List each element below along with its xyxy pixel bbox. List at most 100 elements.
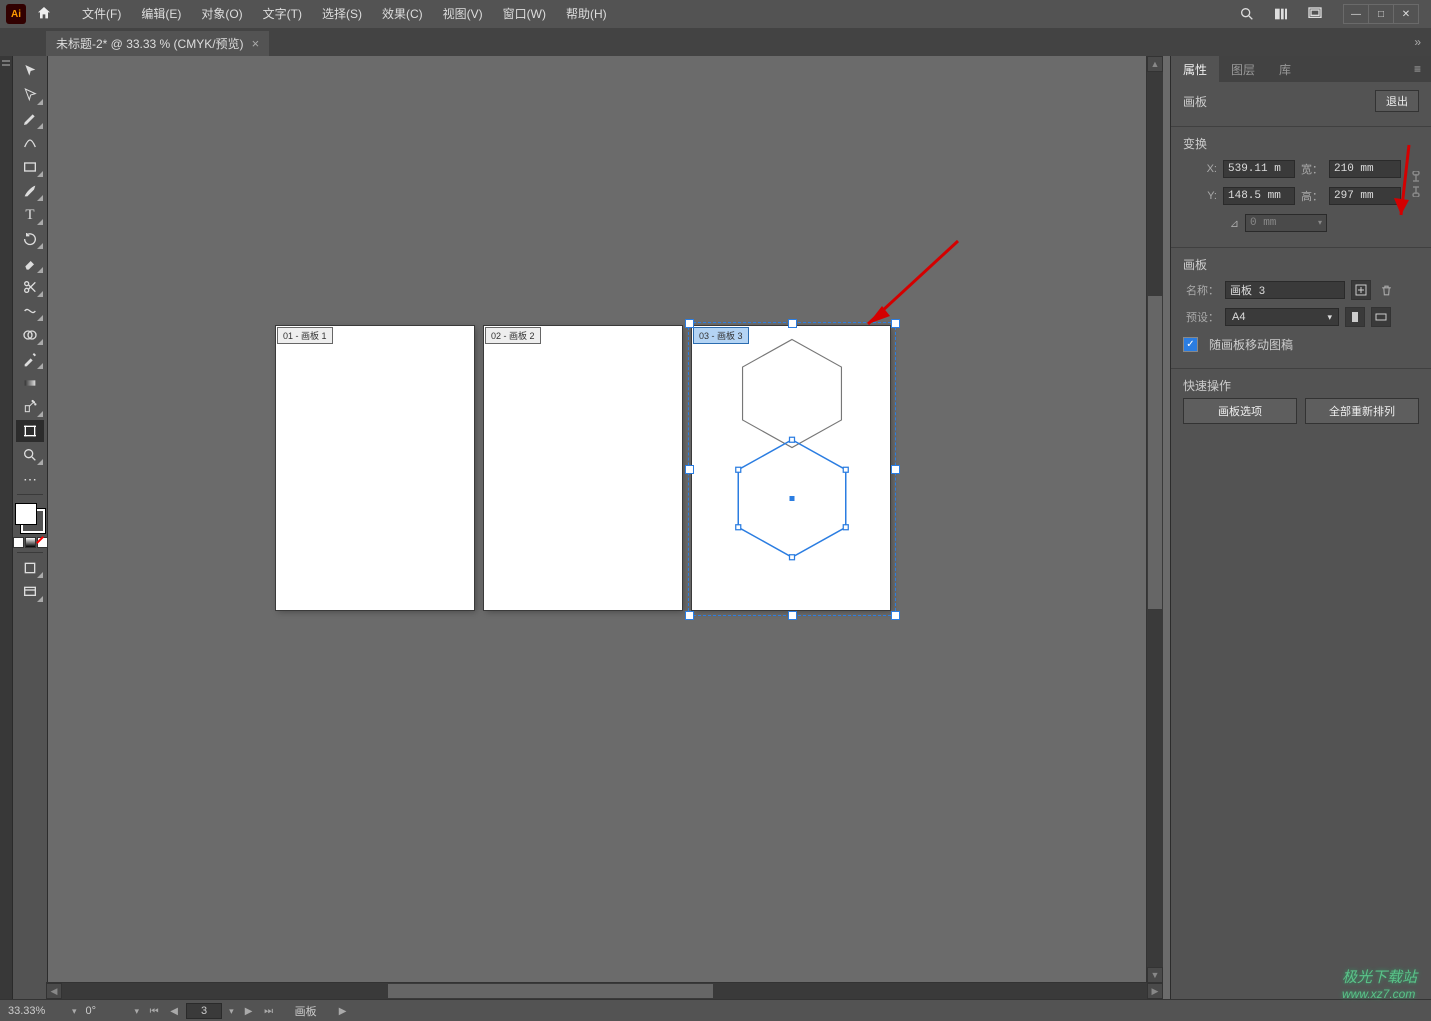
zoom-tool[interactable]	[16, 444, 44, 466]
artboard-name-input[interactable]	[1225, 281, 1345, 299]
direct-selection-tool[interactable]	[16, 84, 44, 106]
artboard-tool[interactable]	[16, 420, 44, 442]
type-tool[interactable]: T	[16, 204, 44, 226]
edit-toolbar-icon[interactable]: ⋯	[16, 468, 44, 490]
window-controls: ― □ ✕	[1343, 4, 1419, 24]
nav-first-icon[interactable]: ⏮	[146, 1003, 162, 1019]
artboard-2[interactable]: 02 - 画板 2	[484, 326, 682, 610]
artboard-3[interactable]: 03 - 画板 3	[692, 326, 890, 610]
minimize-button[interactable]: ―	[1344, 5, 1368, 23]
width-tool[interactable]	[16, 300, 44, 322]
artboard-header-label: 画板	[1183, 93, 1207, 110]
close-window-button[interactable]: ✕	[1393, 5, 1418, 23]
draw-mode-icon[interactable]	[16, 557, 44, 579]
panel-tab-layers[interactable]: 图层	[1219, 56, 1267, 82]
eyedropper-tool[interactable]	[16, 348, 44, 370]
canvas[interactable]: 01 - 画板 1 02 - 画板 2 03 - 画板 3	[48, 56, 1170, 999]
artboard-options-button[interactable]: 画板选项	[1183, 398, 1297, 424]
home-icon[interactable]	[34, 5, 54, 24]
document-tab[interactable]: 未标题-2* @ 33.33 % (CMYK/预览) ×	[46, 31, 269, 56]
exit-artboard-button[interactable]: 退出	[1375, 90, 1419, 112]
menu-bar: Ai 文件(F) 编辑(E) 对象(O) 文字(T) 选择(S) 效果(C) 视…	[0, 0, 1431, 28]
artboard-1-label: 01 - 画板 1	[277, 327, 333, 344]
nav-prev-icon[interactable]: ◀	[166, 1003, 182, 1019]
scroll-up-icon[interactable]: ▲	[1147, 56, 1163, 72]
workspace-switcher-icon[interactable]	[1303, 4, 1327, 24]
move-artwork-checkbox[interactable]: ✓	[1183, 337, 1198, 352]
screen-mode-icon[interactable]	[16, 581, 44, 603]
nav-next-icon[interactable]: ▶	[241, 1003, 257, 1019]
orientation-landscape-icon[interactable]	[1371, 307, 1391, 327]
rearrange-all-button[interactable]: 全部重新排列	[1305, 398, 1419, 424]
artboard-1[interactable]: 01 - 画板 1	[276, 326, 474, 610]
eraser-tool[interactable]	[16, 252, 44, 274]
scroll-right-icon[interactable]: ▶	[1147, 983, 1163, 999]
menu-file[interactable]: 文件(F)	[72, 0, 131, 28]
gradient-tool[interactable]	[16, 372, 44, 394]
orientation-portrait-icon[interactable]	[1345, 307, 1365, 327]
curvature-tool[interactable]	[16, 132, 44, 154]
canvas-scrollbar-vertical[interactable]: ▲ ▼	[1146, 56, 1163, 983]
toolbar-collapse-strip[interactable]	[0, 56, 13, 999]
fill-stroke-control[interactable]	[15, 503, 45, 533]
color-mode-row[interactable]	[13, 537, 48, 548]
panel-menu-icon[interactable]: ≡	[1404, 56, 1431, 82]
menu-help[interactable]: 帮助(H)	[556, 0, 617, 28]
preset-label: 预设：	[1183, 309, 1219, 325]
zoom-input[interactable]	[6, 1004, 65, 1018]
selection-tool[interactable]	[16, 60, 44, 82]
move-artwork-label: 随画板移动图稿	[1209, 336, 1293, 353]
new-artboard-icon[interactable]	[1351, 280, 1371, 300]
preset-select[interactable]: A4▾	[1225, 308, 1339, 326]
shape-builder-tool[interactable]	[16, 324, 44, 346]
menu-edit[interactable]: 编辑(E)	[131, 0, 191, 28]
w-input[interactable]	[1329, 160, 1401, 178]
panel-tab-libraries[interactable]: 库	[1267, 56, 1303, 82]
nav-last-icon[interactable]: ⏭	[261, 1003, 277, 1019]
artboard-index-dropdown-icon[interactable]: ▾	[226, 1006, 237, 1017]
rotate-input[interactable]	[84, 1004, 128, 1018]
status-menu-icon[interactable]: ▶	[335, 1003, 351, 1019]
pen-tool[interactable]	[16, 108, 44, 130]
artboard-section-title: 画板	[1183, 256, 1207, 273]
menu-select[interactable]: 选择(S)	[312, 0, 372, 28]
panel-tabs: 属性 图层 库 ≡	[1171, 56, 1431, 82]
constrain-proportions-icon[interactable]	[1409, 171, 1423, 200]
artboard-section: 画板 名称： 预设： A4▾	[1171, 248, 1431, 369]
reference-point-grid[interactable]	[1183, 158, 1187, 184]
zoom-dropdown-icon[interactable]: ▾	[69, 1006, 80, 1017]
paintbrush-tool[interactable]	[16, 180, 44, 202]
rotate-dropdown-icon[interactable]: ▾	[132, 1006, 143, 1017]
x-input[interactable]	[1223, 160, 1295, 178]
panel-tab-properties[interactable]: 属性	[1171, 56, 1219, 82]
artboard-index-input[interactable]	[186, 1003, 222, 1019]
scroll-h-thumb[interactable]	[388, 984, 714, 998]
delete-artboard-icon[interactable]	[1377, 281, 1395, 299]
y-input[interactable]	[1223, 187, 1295, 205]
rotate-tool[interactable]	[16, 228, 44, 250]
scroll-left-icon[interactable]: ◀	[46, 983, 62, 999]
menu-effect[interactable]: 效果(C)	[372, 0, 433, 28]
search-icon[interactable]	[1235, 4, 1259, 24]
tab-overflow-icon[interactable]: »	[1404, 28, 1431, 56]
scissors-tool[interactable]	[16, 276, 44, 298]
rectangle-tool[interactable]	[16, 156, 44, 178]
canvas-scrollbar-horizontal[interactable]: ◀ ▶	[46, 982, 1163, 999]
menu-window[interactable]: 窗口(W)	[493, 0, 556, 28]
close-tab-icon[interactable]: ×	[252, 36, 260, 51]
transform-section: 变换 X: 宽： Y: 高	[1171, 127, 1431, 248]
menu-type[interactable]: 文字(T)	[253, 0, 312, 28]
menu-object[interactable]: 对象(O)	[191, 0, 252, 28]
scroll-down-icon[interactable]: ▼	[1147, 967, 1163, 983]
symbol-sprayer-tool[interactable]	[16, 396, 44, 418]
arrange-documents-icon[interactable]	[1269, 4, 1293, 24]
menu-view[interactable]: 视图(V)	[433, 0, 493, 28]
hexagon-shape-2[interactable]	[722, 436, 862, 561]
h-input[interactable]	[1329, 187, 1401, 205]
scroll-v-thumb[interactable]	[1148, 296, 1162, 609]
fill-swatch[interactable]	[15, 503, 37, 525]
app-logo-icon: Ai	[6, 4, 26, 24]
maximize-button[interactable]: □	[1368, 5, 1393, 23]
y-label: Y:	[1195, 190, 1217, 202]
status-bar: ▾ ▾ ⏮ ◀ ▾ ▶ ⏭ 画板 ▶	[0, 999, 1431, 1021]
